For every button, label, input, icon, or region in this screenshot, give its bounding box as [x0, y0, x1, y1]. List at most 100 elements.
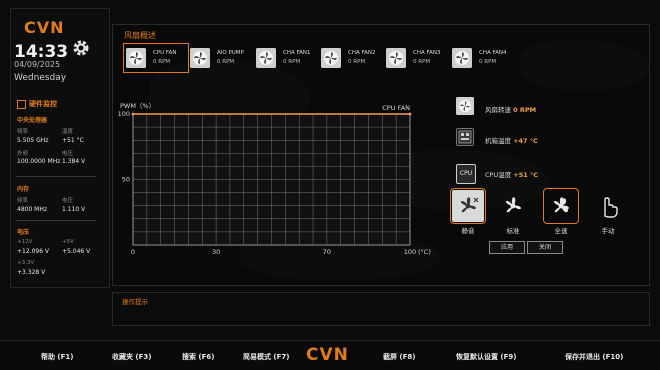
chassis-temp-label: 机箱温度 [485, 137, 511, 145]
screenshot-button[interactable]: 截屏 (F8) [383, 352, 416, 362]
divider [16, 176, 96, 177]
fan-speed-icon [456, 97, 474, 115]
cpu-temp-value: +51 °C [513, 171, 539, 179]
easy-mode-button[interactable]: 简易模式 (F7) [243, 352, 290, 362]
close-button[interactable]: 关闭 [527, 241, 563, 254]
mode-full-speed-button[interactable] [543, 188, 579, 224]
v5-label: +5V [62, 239, 74, 245]
restore-defaults-button[interactable]: 恢复默认设置 (F9) [456, 352, 517, 362]
mode-standard-label: 标准 [506, 227, 520, 235]
fan-icon [190, 48, 210, 68]
fan-icon [386, 48, 406, 68]
cpu-ext-label: 外频 [17, 151, 29, 157]
chart-ylabel: PWM（%） [120, 102, 155, 110]
help-button[interactable]: 帮助 (F1) [41, 352, 74, 362]
fan-icon [126, 48, 146, 68]
apply-button[interactable]: 应用 [489, 241, 525, 254]
curve-point [131, 112, 135, 116]
settings-gear-icon[interactable] [71, 38, 91, 58]
fan-speed-value: 0 RPM [513, 106, 537, 114]
favorites-button[interactable]: 收藏夹 (F3) [112, 352, 152, 362]
mode-silent-button[interactable] [450, 188, 486, 224]
brand-logo-bottom: CVN [306, 345, 349, 365]
v12-label: +12V [17, 239, 33, 245]
mode-manual-button[interactable] [592, 190, 624, 222]
x-tick-label: 70 [323, 248, 331, 256]
v5-value: +5.046 V [62, 248, 91, 255]
fan-overview-title: 风扇概述 [124, 31, 156, 40]
fan-item-cha-fan4[interactable]: CHA FAN4 0 RPM [452, 46, 512, 70]
cpu-temp-readout: CPU温度 +51 °C [485, 169, 538, 179]
mem-volt-value: 1.110 V [62, 206, 86, 213]
chassis-temp-readout: 机箱温度 +47 °C [485, 135, 538, 145]
cpu-volt-value: 1.384 V [62, 158, 86, 165]
cpu-freq-label: 频率 [17, 129, 29, 135]
fan-name: CHA FAN4 [479, 50, 507, 56]
full-speed-fan-icon [554, 197, 569, 213]
hardware-monitor-title: 硬件监控 [29, 100, 57, 108]
cpu-volt-label: 电压 [62, 151, 74, 157]
fan-rpm: 0 RPM [348, 59, 366, 65]
clock-weekday: Wednesday [14, 73, 67, 83]
v12-value: +12.096 V [17, 248, 50, 255]
memory-section-title: 内存 [17, 186, 30, 193]
fan-rpm: 0 RPM [283, 59, 301, 65]
clock-time: 14:33 [14, 42, 69, 62]
mem-volt-label: 电压 [62, 198, 74, 204]
v33-value: +3.328 V [17, 269, 46, 276]
silent-fan-icon [461, 197, 479, 213]
x-tick-label: 100 [404, 248, 416, 256]
mode-manual-label: 手动 [601, 227, 615, 235]
fan-speed-readout: 风扇转速 0 RPM [485, 104, 536, 114]
tips-label: 操作提示 [122, 298, 148, 306]
x-tick-label: 30 [212, 248, 220, 256]
fan-curve-chart[interactable]: PWM（%） CPU FAN 0 30 70 100 (°C)10050 [112, 96, 432, 256]
search-button[interactable]: 搜索 (F6) [182, 352, 215, 362]
chassis-icon [456, 128, 474, 146]
fan-rpm: 0 RPM [413, 59, 431, 65]
fan-rpm: 0 RPM [153, 59, 171, 65]
mode-silent-label: 静音 [461, 227, 475, 235]
chart-series-label: CPU FAN [382, 104, 410, 112]
mode-standard-button[interactable] [497, 190, 529, 222]
fan-item-cha-fan2[interactable]: CHA FAN2 0 RPM [321, 46, 381, 70]
fan-icon [452, 48, 472, 68]
cpu-freq-value: 5.505 GHz [17, 137, 49, 144]
fan-name: CPU FAN [153, 50, 177, 56]
cpu-section-title: 中央处理器 [17, 117, 48, 124]
fan-icon [256, 48, 276, 68]
curve-point [408, 112, 412, 116]
fan-item-aio-pump[interactable]: AIO PUMP 0 RPM [190, 46, 250, 70]
x-tick-label: 0 [131, 248, 135, 256]
cpu-chip-icon: CPU [456, 164, 476, 184]
fan-speed-label: 风扇转速 [485, 106, 511, 114]
fan-rpm: 0 RPM [479, 59, 497, 65]
tips-panel [112, 292, 650, 326]
chart-grid [133, 114, 410, 245]
v33-label: +3.3V [17, 260, 35, 266]
mem-freq-value: 4800 MHz [17, 206, 48, 213]
cpu-temp-label: CPU温度 [485, 171, 512, 179]
voltage-section-title: 电压 [17, 229, 30, 236]
fan-name: CHA FAN2 [348, 50, 376, 56]
cpu-temp-label: 温度 [62, 129, 74, 135]
save-exit-button[interactable]: 保存并退出 (F10) [565, 352, 623, 362]
chassis-temp-value: +47 °C [513, 137, 538, 145]
clock-date: 04/09/2025 [14, 60, 61, 69]
mode-full-speed-label: 全速 [554, 227, 568, 235]
fan-item-cha-fan1[interactable]: CHA FAN1 0 RPM [256, 46, 316, 70]
fan-item-cha-fan3[interactable]: CHA FAN3 0 RPM [386, 46, 446, 70]
mem-freq-label: 频率 [17, 198, 29, 204]
divider [16, 220, 96, 221]
cpu-ext-value: 100.0000 MHz [17, 158, 61, 165]
y-tick-label: 100 [118, 110, 130, 118]
fan-name: AIO PUMP [217, 50, 244, 56]
monitor-icon [17, 100, 26, 109]
x-axis-unit: (°C) [418, 248, 431, 256]
brand-logo: CVN [24, 18, 65, 37]
fan-item-cpu-fan[interactable]: CPU FAN 0 RPM [123, 43, 189, 73]
fan-name: CHA FAN3 [413, 50, 441, 56]
cpu-temp-value: +51 °C [62, 137, 84, 144]
fan-rpm: 0 RPM [217, 59, 235, 65]
y-tick-label: 50 [122, 176, 130, 184]
